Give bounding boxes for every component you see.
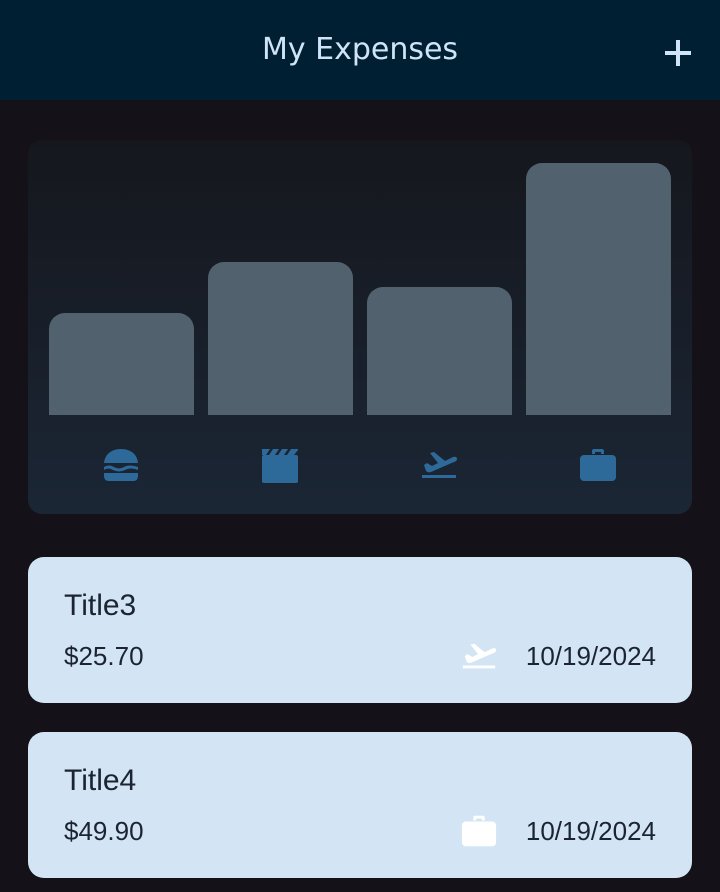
chart-bar-leisure bbox=[208, 262, 353, 415]
briefcase-icon bbox=[461, 815, 497, 847]
chart-bar-food bbox=[49, 313, 194, 415]
flight-takeoff-icon bbox=[422, 452, 457, 478]
expense-amount: $49.90 bbox=[64, 816, 144, 846]
plus-icon bbox=[665, 40, 691, 66]
expense-amount: $25.70 bbox=[64, 641, 144, 671]
page-title: My Expenses bbox=[261, 32, 459, 67]
expense-title: Title4 bbox=[64, 764, 137, 797]
hamburger-icon bbox=[104, 449, 138, 481]
expense-chart bbox=[28, 140, 692, 514]
expense-date: 10/19/2024 bbox=[525, 816, 656, 846]
flight-takeoff-icon bbox=[462, 643, 497, 669]
expense-item[interactable]: Title3 $25.70 10/19/2024 bbox=[28, 557, 692, 703]
app-bar: My Expenses bbox=[0, 0, 720, 100]
briefcase-icon bbox=[580, 449, 616, 481]
movie-clapper-icon bbox=[262, 449, 298, 483]
chart-bar-work bbox=[526, 163, 671, 415]
chart-bar-travel bbox=[367, 287, 512, 415]
add-expense-button[interactable] bbox=[655, 30, 701, 76]
expense-date: 10/19/2024 bbox=[525, 641, 656, 671]
expense-item[interactable]: Title4 $49.90 10/19/2024 bbox=[28, 732, 692, 878]
expense-title: Title3 bbox=[64, 589, 137, 622]
